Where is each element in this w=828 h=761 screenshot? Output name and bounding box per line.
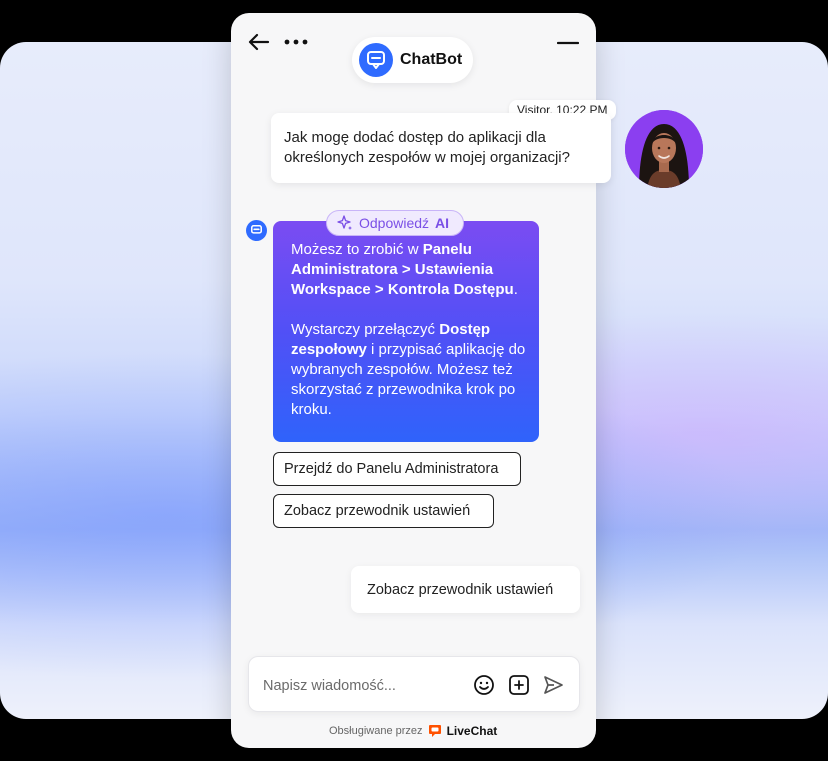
livechat-logo-icon bbox=[428, 725, 441, 737]
emoji-icon[interactable] bbox=[473, 674, 495, 696]
livechat-brand[interactable]: LiveChat bbox=[447, 724, 498, 738]
chatbot-title: ChatBot bbox=[400, 51, 463, 68]
arrow-left-icon[interactable] bbox=[248, 33, 270, 51]
powered-by-footer: Obsługiwane przez LiveChat bbox=[329, 724, 497, 738]
sparkle-icon bbox=[337, 215, 352, 230]
ai-answer-bubble: Możesz to zrobić w Panelu Administratora… bbox=[273, 221, 539, 442]
ai-answer-paragraph-2: Wystarczy przełączyć Dostęp zespołowy i … bbox=[291, 321, 526, 418]
ai-answer-badge: Odpowiedź AI bbox=[326, 210, 465, 236]
more-dots-icon[interactable] bbox=[284, 37, 308, 47]
message-composer bbox=[248, 656, 580, 712]
visitor-message-line-2: określonych zespołów w mojej organizacji… bbox=[284, 149, 570, 166]
minimize-icon[interactable] bbox=[557, 40, 579, 46]
visitor-message-line-1: Jak mogę dodać dostęp do aplikacji dla bbox=[284, 129, 546, 146]
powered-by-label: Obsługiwane przez bbox=[329, 725, 423, 737]
visitor-avatar bbox=[625, 110, 703, 188]
send-icon[interactable] bbox=[542, 674, 564, 696]
see-settings-guide-button[interactable]: Zobacz przewodnik ustawień bbox=[273, 494, 494, 528]
ai-answer-paragraph-1: Możesz to zrobić w Panelu Administratora… bbox=[291, 241, 518, 298]
message-input[interactable] bbox=[261, 674, 465, 698]
visitor-message-bubble: Jak mogę dodać dostęp do aplikacji dla o… bbox=[271, 113, 611, 183]
chatbot-logo-icon bbox=[359, 43, 393, 77]
chat-header: ChatBot bbox=[231, 13, 596, 103]
add-attachment-icon[interactable] bbox=[508, 674, 530, 696]
ai-badge-label: Odpowiedź bbox=[359, 215, 430, 231]
go-to-admin-panel-button[interactable]: Przejdź do Panelu Administratora bbox=[273, 452, 521, 486]
sent-message-bubble: Zobacz przewodnik ustawień bbox=[351, 566, 580, 613]
chatbot-title-pill: ChatBot bbox=[352, 37, 474, 83]
chatbot-mini-icon bbox=[246, 220, 267, 241]
ai-badge-ai: AI bbox=[435, 215, 450, 231]
